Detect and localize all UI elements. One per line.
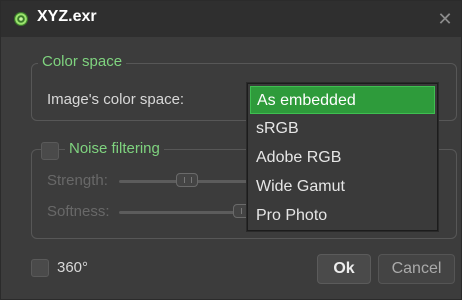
color-space-legend: Color space xyxy=(38,53,127,70)
close-icon[interactable]: ✕ xyxy=(435,9,455,29)
dropdown-item-as-embedded[interactable]: As embedded xyxy=(250,86,435,114)
dropdown-item-pro-photo[interactable]: Pro Photo xyxy=(250,202,435,230)
title-bar[interactable]: XYZ.exr ✕ xyxy=(1,1,461,37)
image-color-space-label: Image's color space: xyxy=(47,91,185,108)
cancel-button[interactable]: Cancel xyxy=(378,254,455,284)
dropdown-item-adobe-rgb[interactable]: Adobe RGB xyxy=(250,144,435,172)
strength-label: Strength: xyxy=(47,172,108,189)
three-sixty-checkbox[interactable] xyxy=(31,259,49,277)
gear-icon xyxy=(14,12,28,26)
window-title: XYZ.exr xyxy=(37,8,97,25)
color-space-dropdown-list[interactable]: As embedded sRGB Adobe RGB Wide Gamut Pr… xyxy=(247,83,438,231)
softness-slider-track[interactable] xyxy=(119,211,249,214)
noise-filtering-legend: Noise filtering xyxy=(65,140,164,157)
color-space-dialog: XYZ.exr ✕ Color space Image's color spac… xyxy=(0,0,462,300)
ok-button[interactable]: Ok xyxy=(317,254,371,284)
softness-label: Softness: xyxy=(47,203,110,220)
dropdown-item-srgb[interactable]: sRGB xyxy=(250,115,435,143)
strength-slider-handle[interactable] xyxy=(176,173,198,187)
noise-filtering-checkbox[interactable] xyxy=(41,142,59,160)
dropdown-item-wide-gamut[interactable]: Wide Gamut xyxy=(250,173,435,201)
three-sixty-label: 360° xyxy=(57,259,89,276)
